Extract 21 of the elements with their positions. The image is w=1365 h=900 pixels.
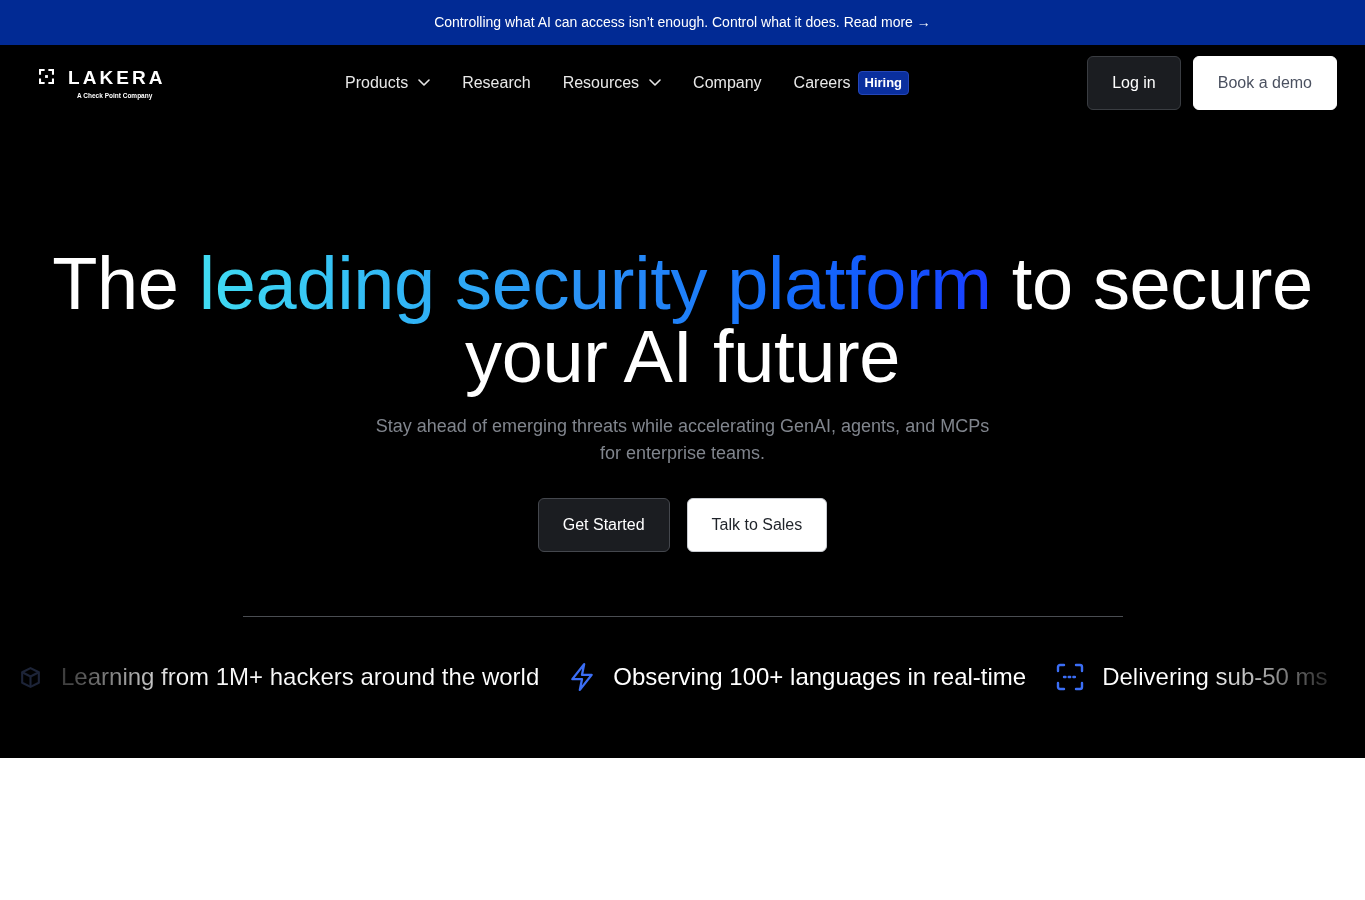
cube-icon [18, 664, 43, 690]
lightning-icon [569, 662, 596, 692]
hero-subtitle: Stay ahead of emerging threats while accelerating GenAI, agents, and MCPs for enterprise teams. [374, 415, 991, 465]
nav-link[interactable]: Careers [793, 70, 851, 95]
nav-link[interactable]: Resources [562, 70, 662, 95]
nav-link[interactable]: Research [462, 70, 531, 95]
chevron-down-icon [649, 79, 662, 86]
announcement-text: Controlling what AI can access isn’t enough. Control what it does. [434, 13, 840, 32]
book-demo-button[interactable]: Book a demo [1192, 55, 1337, 110]
logo-icon [39, 69, 54, 84]
feature-text: Observing 100+ languages in real-time [613, 662, 1027, 692]
hiring-badge: Hiring [857, 70, 910, 95]
talk-to-sales-button[interactable]: Talk to Sales [686, 498, 828, 552]
nav-link[interactable]: Products [345, 70, 431, 95]
nav-link[interactable]: Company [693, 70, 762, 95]
scan-frame-icon [1056, 663, 1085, 691]
login-button[interactable]: Log in [1087, 55, 1181, 110]
logo-wordmark[interactable]: LAKERA [68, 67, 166, 89]
get-started-button[interactable]: Get Started [537, 498, 670, 552]
chevron-down-icon [418, 79, 431, 86]
read-more-link[interactable]: Read more → [843, 12, 931, 33]
